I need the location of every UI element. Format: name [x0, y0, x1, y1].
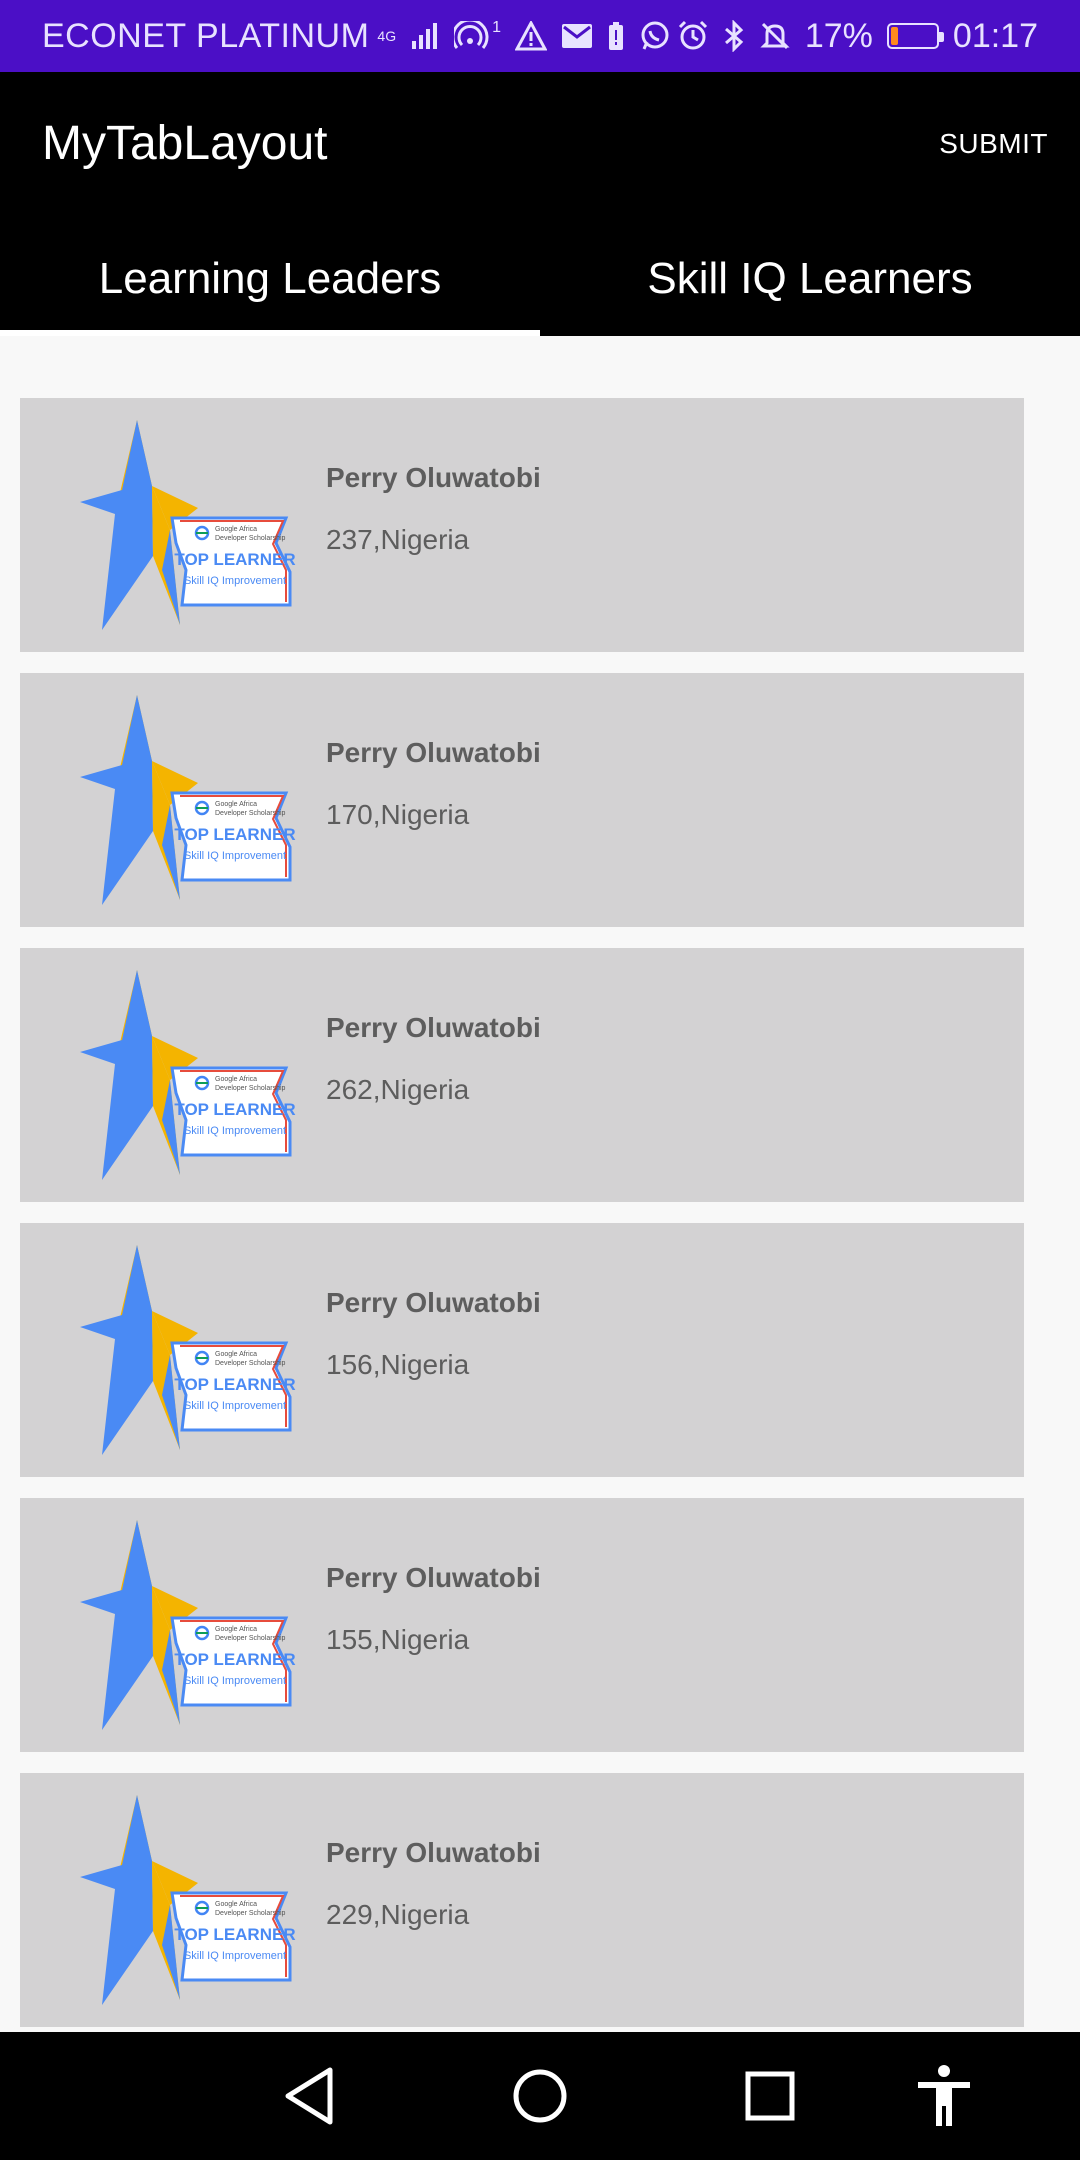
learner-details: 229,Nigeria	[326, 1899, 470, 1930]
star-badge-icon: Google Africa Developer Scholarship TOP …	[80, 1245, 296, 1455]
badge-org-line2: Developer Scholarship	[215, 1360, 286, 1367]
mail-icon	[562, 24, 592, 48]
badge-subtitle: Skill IQ Improvement	[184, 1675, 286, 1687]
top-learner-badge: Google Africa Developer Scholarship TOP …	[80, 1245, 310, 1455]
home-button[interactable]	[506, 2062, 574, 2130]
top-learner-badge: Google Africa Developer Scholarship TOP …	[80, 420, 310, 630]
alarm-icon	[678, 20, 707, 50]
navigation-bar	[0, 2032, 1080, 2160]
hotspot-icon	[454, 21, 489, 49]
top-learner-badge: Google Africa Developer Scholarship TOP …	[80, 695, 310, 905]
badge-org-line1: Google Africa	[215, 801, 257, 808]
badge-org-line2: Developer Scholarship	[215, 1635, 286, 1642]
badge-title: TOP LEARNER	[174, 1650, 295, 1669]
badge-subtitle: Skill IQ Improvement	[184, 1125, 286, 1137]
learner-name: Perry Oluwatobi	[326, 1012, 541, 1043]
app-bar: MyTabLayout SUBMIT	[0, 72, 1080, 222]
badge-org-line2: Developer Scholarship	[215, 535, 286, 542]
tab-learning-leaders[interactable]: Learning Leaders	[0, 222, 540, 336]
learner-card[interactable]: Google Africa Developer Scholarship TOP …	[20, 673, 1024, 927]
hotspot-count: 1	[492, 19, 501, 36]
top-learner-badge: Google Africa Developer Scholarship TOP …	[80, 1795, 310, 2005]
star-badge-icon: Google Africa Developer Scholarship TOP …	[80, 695, 296, 905]
learner-details: 237,Nigeria	[326, 524, 470, 555]
battery-percent: 17%	[804, 16, 873, 55]
learner-name: Perry Oluwatobi	[326, 737, 541, 768]
badge-title: TOP LEARNER	[174, 1100, 295, 1119]
back-button[interactable]	[276, 2062, 344, 2130]
learner-card[interactable]: Google Africa Developer Scholarship TOP …	[20, 1498, 1024, 1752]
status-bar: ECONET PLATINUM 4G 1 17% 01:17	[0, 0, 1080, 72]
learner-name: Perry Oluwatobi	[326, 1562, 541, 1593]
badge-org-line2: Developer Scholarship	[215, 1085, 286, 1092]
badge-org-line1: Google Africa	[215, 1626, 257, 1633]
badge-subtitle: Skill IQ Improvement	[184, 850, 286, 862]
badge-title: TOP LEARNER	[174, 550, 295, 569]
submit-button[interactable]: SUBMIT	[939, 128, 1048, 160]
learner-name: Perry Oluwatobi	[326, 1287, 541, 1318]
mute-icon	[760, 22, 790, 50]
accessibility-icon[interactable]	[910, 2062, 978, 2130]
learner-name: Perry Oluwatobi	[326, 462, 541, 493]
badge-org-line1: Google Africa	[215, 1901, 257, 1908]
tab-label: Skill IQ Learners	[647, 254, 973, 303]
clock: 01:17	[952, 16, 1038, 55]
warning-icon	[515, 21, 547, 51]
badge-subtitle: Skill IQ Improvement	[184, 575, 286, 587]
badge-org-line2: Developer Scholarship	[215, 810, 286, 817]
carrier-name: ECONET PLATINUM	[42, 16, 370, 55]
battery-alert-icon	[609, 22, 623, 50]
battery-level	[890, 27, 899, 45]
battery-icon	[886, 23, 944, 49]
badge-title: TOP LEARNER	[174, 825, 295, 844]
learner-details: 156,Nigeria	[326, 1349, 470, 1380]
learner-card[interactable]: Google Africa Developer Scholarship TOP …	[20, 398, 1024, 652]
top-learner-badge: Google Africa Developer Scholarship TOP …	[80, 1520, 310, 1730]
app-title: MyTabLayout	[42, 117, 328, 170]
learner-details: 262,Nigeria	[326, 1074, 470, 1105]
tab-bar: Learning Leaders Skill IQ Learners	[0, 222, 1080, 336]
badge-title: TOP LEARNER	[174, 1375, 295, 1394]
badge-subtitle: Skill IQ Improvement	[184, 1400, 286, 1412]
cell-signal-icon	[412, 23, 438, 49]
tab-skill-iq-learners[interactable]: Skill IQ Learners	[540, 222, 1080, 336]
whatsapp-icon	[641, 21, 669, 50]
signal-icon: 4G	[377, 29, 396, 43]
badge-org-line1: Google Africa	[215, 1076, 257, 1083]
learner-card[interactable]: Google Africa Developer Scholarship TOP …	[20, 948, 1024, 1202]
learner-card[interactable]: Google Africa Developer Scholarship TOP …	[20, 1773, 1024, 2027]
badge-subtitle: Skill IQ Improvement	[184, 1950, 286, 1962]
top-learner-badge: Google Africa Developer Scholarship TOP …	[80, 970, 310, 1180]
learner-card[interactable]: Google Africa Developer Scholarship TOP …	[20, 1223, 1024, 1477]
badge-title: TOP LEARNER	[174, 1925, 295, 1944]
learner-details: 155,Nigeria	[326, 1624, 470, 1655]
network-type: 4G	[377, 28, 397, 44]
star-badge-icon: Google Africa Developer Scholarship TOP …	[80, 970, 296, 1180]
badge-org-line1: Google Africa	[215, 1351, 257, 1358]
learner-details: 170,Nigeria	[326, 799, 470, 830]
badge-org-line2: Developer Scholarship	[215, 1910, 286, 1917]
star-badge-icon: Google Africa Developer Scholarship TOP …	[80, 1520, 296, 1730]
star-badge-icon: Google Africa Developer Scholarship TOP …	[80, 1795, 296, 2005]
star-badge-icon: Google Africa Developer Scholarship TOP …	[80, 420, 296, 630]
learner-list: Google Africa Developer Scholarship TOP …	[20, 398, 1024, 2048]
bluetooth-icon	[724, 20, 744, 52]
learner-name: Perry Oluwatobi	[326, 1837, 541, 1868]
badge-org-line1: Google Africa	[215, 526, 257, 533]
tab-label: Learning Leaders	[98, 254, 442, 303]
recents-button[interactable]	[736, 2062, 804, 2130]
